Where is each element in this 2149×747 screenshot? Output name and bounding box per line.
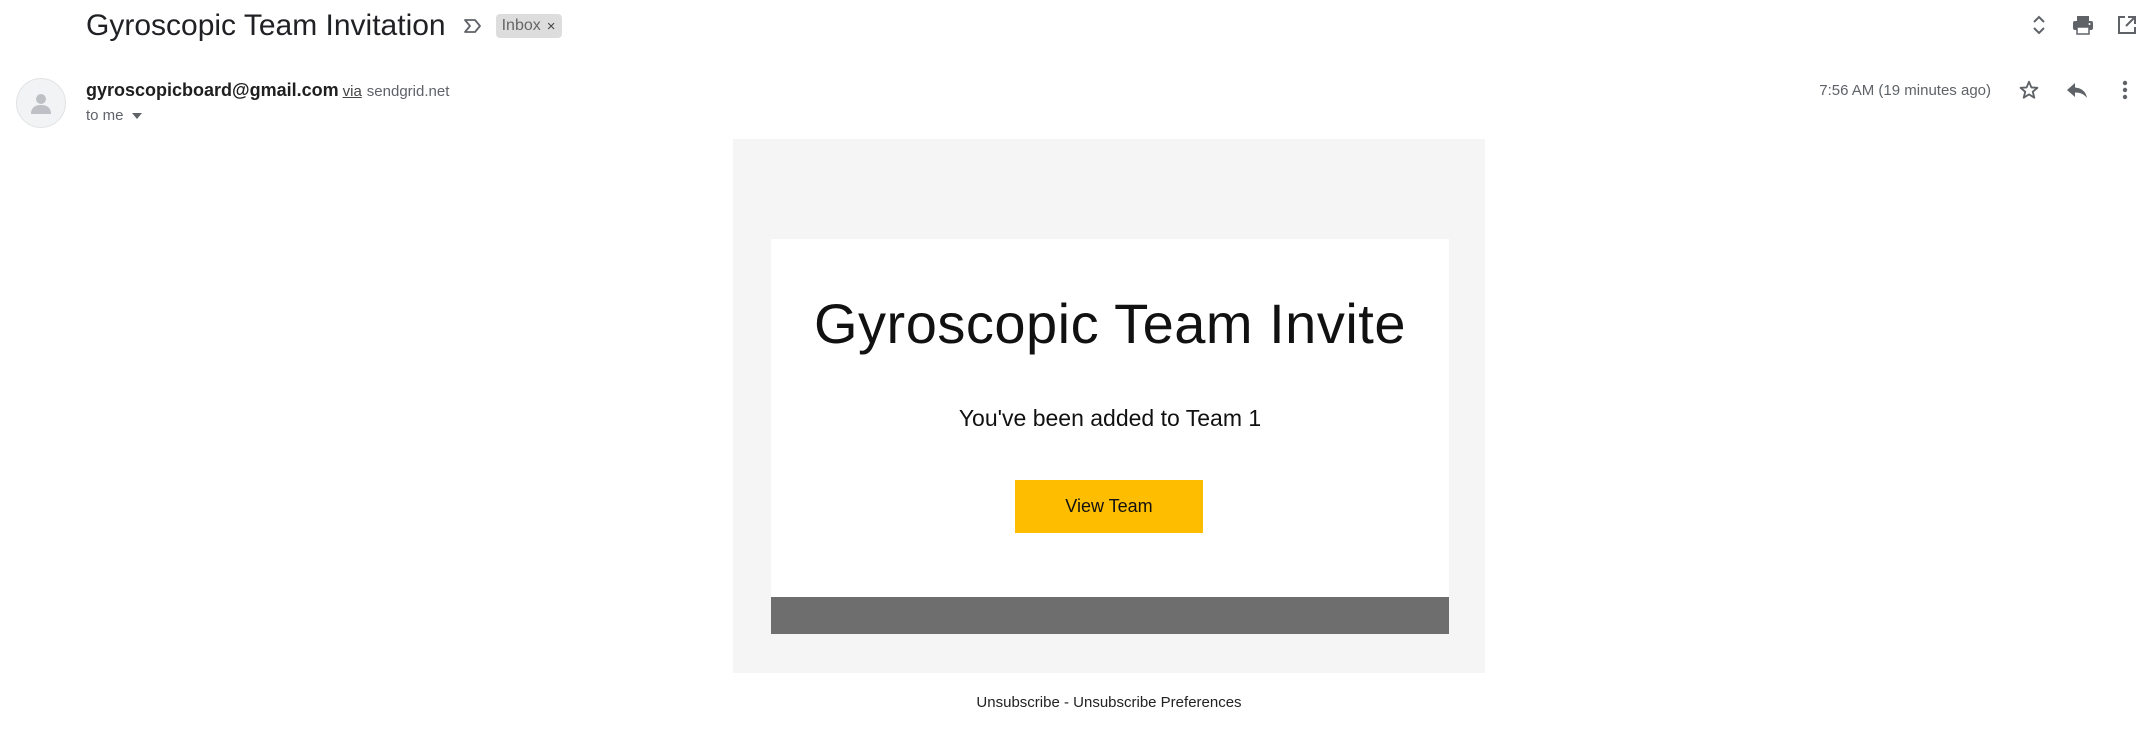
sender-email[interactable]: gyroscopicboard@gmail.com	[86, 80, 339, 101]
unsubscribe-link[interactable]: Unsubscribe	[976, 694, 1059, 711]
via-domain: sendgrid.net	[366, 83, 450, 100]
invite-title: Gyroscopic Team Invite	[814, 292, 1406, 355]
recipient-details-toggle[interactable]: to me	[86, 107, 449, 124]
message-timestamp: 7:56 AM (19 minutes ago)	[1819, 81, 1991, 99]
footer-separator: -	[1059, 694, 1074, 711]
open-in-new-window-icon[interactable]	[2105, 10, 2149, 40]
expand-collapse-icon[interactable]	[2017, 10, 2061, 40]
more-vert-icon[interactable]	[2101, 78, 2149, 102]
unsubscribe-footer: Unsubscribe - Unsubscribe Preferences	[733, 694, 1485, 711]
print-icon[interactable]	[2061, 10, 2105, 40]
reply-icon[interactable]	[2053, 78, 2101, 102]
via-link[interactable]: via	[343, 83, 362, 100]
person-icon	[31, 94, 51, 114]
unsubscribe-preferences-link[interactable]: Unsubscribe Preferences	[1073, 694, 1241, 711]
thread-actions	[2017, 10, 2149, 40]
message-meta: 7:56 AM (19 minutes ago)	[1819, 78, 2149, 102]
email-footer-bar	[771, 597, 1449, 634]
importance-marker-icon[interactable]	[462, 15, 484, 37]
invite-subtitle: You've been added to Team 1	[958, 405, 1262, 431]
chevron-down-icon	[131, 112, 142, 119]
recipient-label: to me	[86, 107, 124, 124]
email-body-container: Gyroscopic Team Invite You've been added…	[733, 139, 1485, 673]
label-chip-text: Inbox	[501, 17, 541, 34]
email-subject: Gyroscopic Team Invitation	[86, 9, 446, 42]
sender-avatar[interactable]	[16, 78, 66, 128]
sender-line: gyroscopicboard@gmail.com via sendgrid.n…	[86, 80, 449, 101]
sender-block: gyroscopicboard@gmail.com via sendgrid.n…	[86, 80, 449, 124]
subject-row: Gyroscopic Team Invitation Inbox ×	[86, 8, 562, 44]
email-card: Gyroscopic Team Invite You've been added…	[771, 239, 1449, 597]
remove-label-icon[interactable]: ×	[547, 19, 556, 34]
view-team-button[interactable]: View Team	[1015, 480, 1203, 533]
inbox-label-chip[interactable]: Inbox ×	[495, 14, 562, 38]
star-icon[interactable]	[2005, 78, 2053, 102]
